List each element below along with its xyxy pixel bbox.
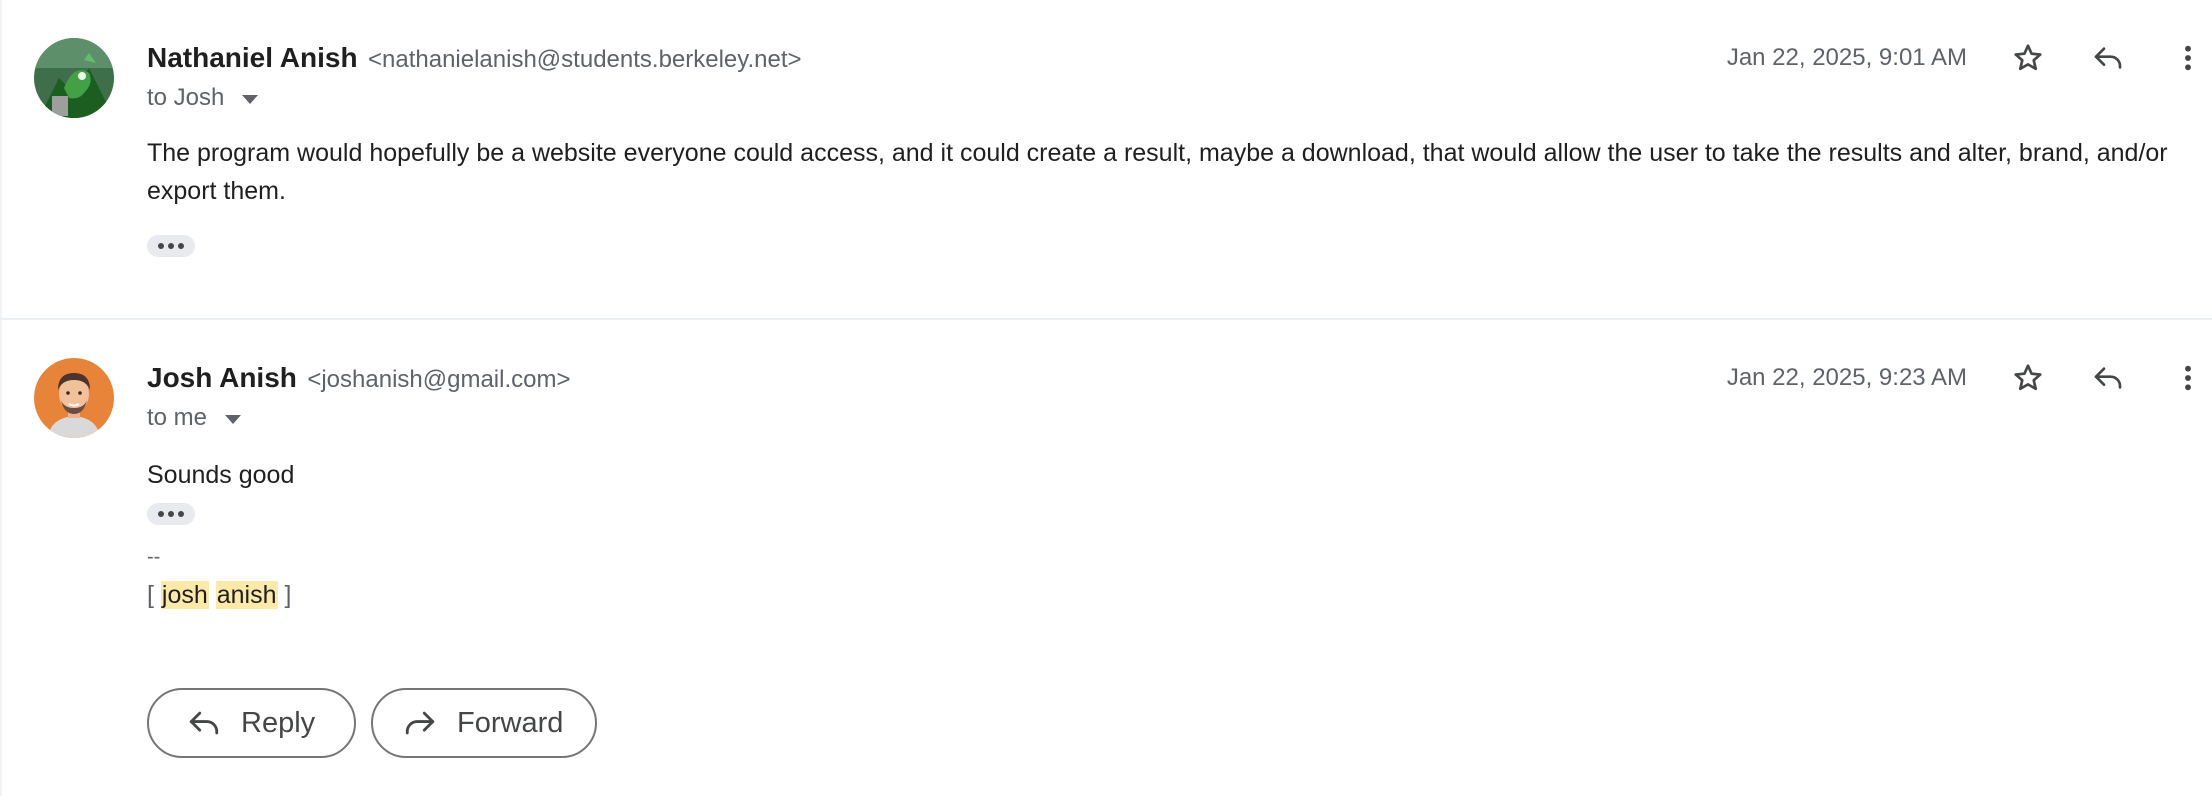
sender-name[interactable]: Nathaniel Anish [147,42,358,73]
sender-line: Nathaniel Anish <nathanielanish@students… [147,40,802,81]
reply-icon [189,711,219,735]
message-body: Sounds good [147,461,295,489]
reply-button[interactable]: Reply [147,688,356,758]
ellipsis-dot [168,511,174,517]
more-vert-icon [2185,365,2191,391]
email-message: Nathaniel Anish <nathanielanish@students… [0,0,2212,320]
show-trimmed-content-button[interactable] [147,235,195,257]
reply-icon-button[interactable] [2086,356,2130,400]
ellipsis-dot [178,511,184,517]
ellipsis-dot [178,243,184,249]
avatar[interactable] [34,38,114,118]
forward-icon [405,711,435,735]
reply-button-label: Reply [241,706,316,739]
more-vert-icon [2185,45,2191,71]
signature: [ josh anish ] [147,577,291,613]
signature-separator: -- [147,546,161,568]
reply-icon [2094,47,2122,69]
star-icon [2014,44,2042,71]
show-trimmed-content-button[interactable] [147,503,195,525]
sender-email: <nathanielanish@students.berkeley.net> [368,46,802,73]
ellipsis-dot [168,243,174,249]
star-button[interactable] [2006,36,2050,80]
avatar[interactable] [34,358,114,438]
recipient-details-toggle[interactable]: to Josh [147,82,259,114]
email-message: Josh Anish <joshanish@gmail.com> to me J… [0,320,2212,796]
star-icon [2014,364,2042,391]
caret-down-icon [242,95,259,104]
forward-button[interactable]: Forward [371,688,597,758]
sender-line: Josh Anish <joshanish@gmail.com> [147,360,570,401]
recipient-label: to me [147,404,208,431]
message-date: Jan 22, 2025, 9:01 AM [1726,44,1967,71]
ellipsis-dot [158,243,164,249]
message-body: The program would hopefully be a website… [147,139,2168,205]
more-options-button[interactable] [2166,356,2210,400]
signature-bracket-open: [ [147,581,154,609]
recipient-label: to Josh [147,84,225,111]
caret-down-icon [225,415,242,424]
signature-first-name: josh [160,581,209,609]
star-button[interactable] [2006,356,2050,400]
more-options-button[interactable] [2166,36,2210,80]
reply-icon-button[interactable] [2086,36,2130,80]
forward-button-label: Forward [457,706,564,739]
recipient-details-toggle[interactable]: to me [147,402,242,434]
reply-icon [2094,367,2122,389]
signature-bracket-close: ] [284,581,292,609]
message-date: Jan 22, 2025, 9:23 AM [1726,364,1967,391]
sender-name[interactable]: Josh Anish [147,362,297,393]
sender-email: <joshanish@gmail.com> [307,366,571,393]
ellipsis-dot [158,511,164,517]
signature-last-name: anish [215,581,278,609]
